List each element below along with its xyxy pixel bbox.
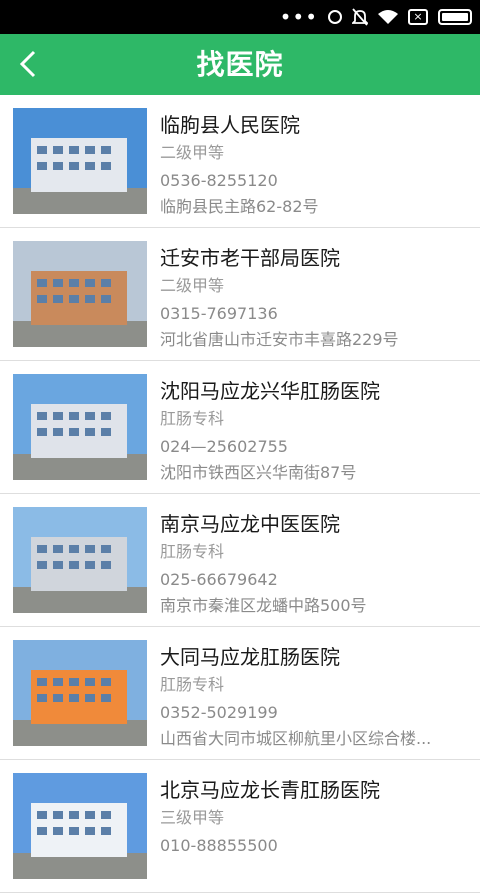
hospital-phone: 010-88855500	[160, 836, 278, 855]
hospital-address: 河北省唐山市迁安市丰喜路229号	[160, 330, 399, 349]
hospital-name: 迁安市老干部局医院	[160, 246, 340, 270]
hospital-address: 临朐县民主路62-82号	[160, 197, 319, 216]
hospital-level: 肛肠专科	[160, 409, 225, 428]
hospital-phone: 0352-5029199	[160, 703, 278, 722]
hospital-level: 二级甲等	[160, 143, 225, 162]
hospital-level: 三级甲等	[160, 808, 225, 827]
sim-x-icon: ×	[408, 9, 428, 25]
page-title: 找医院	[196, 48, 284, 81]
hospital-photo	[13, 507, 147, 613]
hospital-address: 山西省大同市城区柳航里小区综合楼...	[160, 729, 432, 748]
hospital-list-item[interactable]: 临朐县人民医院 二级甲等 0536-8255120 临朐县民主路62-82号	[0, 95, 480, 228]
hospital-photo	[13, 374, 147, 480]
hospital-photo	[13, 640, 147, 746]
hospital-name: 大同马应龙肛肠医院	[160, 645, 340, 669]
wifi-icon	[378, 9, 398, 25]
hospital-photo	[13, 773, 147, 879]
hospital-photo	[13, 108, 147, 214]
mute-bell-icon	[350, 8, 370, 26]
hospital-phone: 025-66679642	[160, 570, 278, 589]
hospital-address: 南京市秦淮区龙蟠中路500号	[160, 596, 367, 615]
hospital-list-item[interactable]: 大同马应龙肛肠医院 肛肠专科 0352-5029199 山西省大同市城区柳航里小…	[0, 627, 480, 760]
rotate-lock-icon	[328, 10, 342, 24]
app-bar: 找医院	[0, 34, 480, 95]
hospital-list-item[interactable]: 沈阳马应龙兴华肛肠医院 肛肠专科 024—25602755 沈阳市铁西区兴华南街…	[0, 361, 480, 494]
hospital-phone: 0315-7697136	[160, 304, 278, 323]
hospital-list: 临朐县人民医院 二级甲等 0536-8255120 临朐县民主路62-82号 迁…	[0, 95, 480, 893]
more-dots-icon: •••	[279, 5, 318, 29]
hospital-name: 南京马应龙中医医院	[160, 512, 340, 536]
hospital-name: 沈阳马应龙兴华肛肠医院	[160, 379, 380, 403]
hospital-list-item[interactable]: 迁安市老干部局医院 二级甲等 0315-7697136 河北省唐山市迁安市丰喜路…	[0, 228, 480, 361]
hospital-name: 北京马应龙长青肛肠医院	[160, 778, 380, 802]
status-bar: ••• ×	[0, 0, 480, 34]
hospital-name: 临朐县人民医院	[160, 113, 300, 137]
hospital-list-item[interactable]: 北京马应龙长青肛肠医院 三级甲等 010-88855500	[0, 760, 480, 893]
hospital-phone: 0536-8255120	[160, 171, 278, 190]
hospital-photo	[13, 241, 147, 347]
hospital-address: 沈阳市铁西区兴华南街87号	[160, 463, 357, 482]
hospital-list-item[interactable]: 南京马应龙中医医院 肛肠专科 025-66679642 南京市秦淮区龙蟠中路50…	[0, 494, 480, 627]
hospital-phone: 024—25602755	[160, 437, 288, 456]
hospital-level: 二级甲等	[160, 276, 225, 295]
battery-icon	[438, 9, 472, 25]
hospital-level: 肛肠专科	[160, 542, 225, 561]
hospital-level: 肛肠专科	[160, 675, 225, 694]
status-icons: ••• ×	[280, 7, 472, 27]
